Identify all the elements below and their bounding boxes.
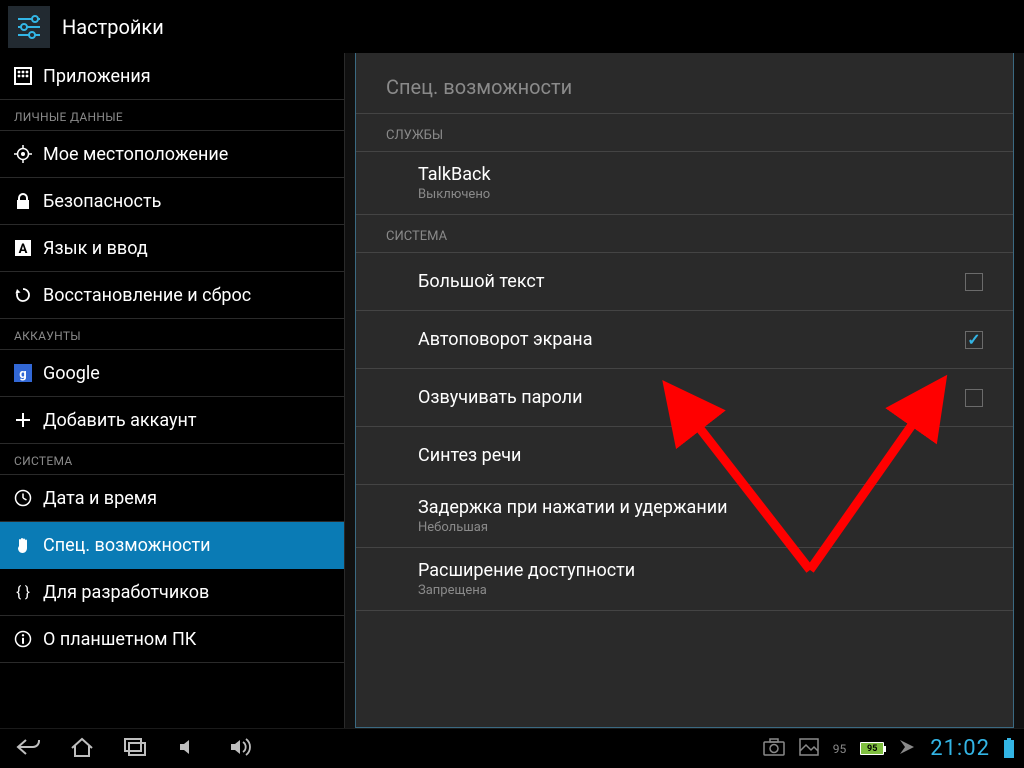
- content-title: Спец. возможности: [356, 53, 1013, 114]
- sidebar-item-datetime[interactable]: Дата и время: [0, 475, 344, 522]
- sidebar-item-developer[interactable]: { } Для разработчиков: [0, 569, 344, 616]
- sidebar-item-location[interactable]: Мое местоположение: [0, 131, 344, 178]
- clock[interactable]: 21:02: [930, 736, 990, 761]
- sidebar-category-personal: ЛИЧНЫЕ ДАННЫЕ: [0, 100, 344, 131]
- row-title: Автоповорот экрана: [418, 329, 965, 350]
- lock-icon: [14, 192, 32, 210]
- hand-icon: [14, 536, 32, 554]
- app-header: Настройки: [0, 0, 1024, 53]
- sidebar-item-google[interactable]: g Google: [0, 350, 344, 397]
- picture-icon[interactable]: [799, 738, 819, 760]
- sidebar-category-system: СИСТЕМА: [0, 444, 344, 475]
- checkbox-speak-passwords[interactable]: [965, 389, 983, 407]
- battery-icon: [1004, 740, 1014, 758]
- row-title: Синтез речи: [418, 445, 983, 466]
- sidebar-item-language[interactable]: A Язык и ввод: [0, 225, 344, 272]
- recents-button[interactable]: [121, 736, 149, 762]
- sidebar-item-label: Google: [43, 363, 100, 384]
- row-accessibility-ext[interactable]: Расширение доступности Запрещена: [356, 548, 1013, 611]
- page-title: Настройки: [62, 15, 164, 39]
- row-touch-hold-delay[interactable]: Задержка при нажатии и удержании Небольш…: [356, 485, 1013, 548]
- plus-icon: [14, 411, 32, 429]
- sidebar-item-label: Приложения: [43, 66, 151, 87]
- braces-icon: { }: [14, 583, 32, 601]
- svg-text:g: g: [19, 367, 26, 382]
- svg-text:A: A: [19, 242, 28, 257]
- google-icon: g: [14, 364, 32, 382]
- battery-label: 95: [833, 742, 847, 756]
- row-title: Большой текст: [418, 271, 965, 292]
- sidebar-item-label: Язык и ввод: [43, 238, 148, 259]
- row-subtitle: Запрещена: [418, 583, 983, 598]
- row-subtitle: Небольшая: [418, 520, 983, 535]
- row-title: Озвучивать пароли: [418, 387, 965, 408]
- sidebar-item-security[interactable]: Безопасность: [0, 178, 344, 225]
- row-large-text[interactable]: Большой текст: [356, 253, 1013, 311]
- checkbox-large-text[interactable]: [965, 273, 983, 291]
- row-title: Расширение доступности: [418, 560, 983, 581]
- language-icon: A: [14, 239, 32, 257]
- sidebar-item-label: Дата и время: [43, 488, 157, 509]
- sidebar-item-backup[interactable]: Восстановление и сброс: [0, 272, 344, 319]
- sidebar-category-accounts: АККАУНТЫ: [0, 319, 344, 350]
- row-speak-passwords[interactable]: Озвучивать пароли: [356, 369, 1013, 427]
- settings-sidebar: Приложения ЛИЧНЫЕ ДАННЫЕ Мое местоположе…: [0, 53, 345, 728]
- sidebar-item-about[interactable]: О планшетном ПК: [0, 616, 344, 663]
- sidebar-item-label: О планшетном ПК: [43, 629, 196, 650]
- location-icon: [14, 145, 32, 163]
- home-button[interactable]: [68, 736, 96, 762]
- system-navbar: 95 95 21:02: [0, 728, 1024, 768]
- content-pane: Спец. возможности СЛУЖБЫ TalkBack Выключ…: [345, 53, 1024, 728]
- battery-badge: 95: [860, 742, 884, 755]
- sidebar-item-label: Мое местоположение: [43, 144, 228, 165]
- restore-icon: [14, 286, 32, 304]
- clock-icon: [14, 489, 32, 507]
- row-title: TalkBack: [418, 164, 983, 185]
- sidebar-item-label: Восстановление и сброс: [43, 285, 251, 306]
- row-title: Задержка при нажатии и удержании: [418, 497, 983, 518]
- sidebar-item-label: Для разработчиков: [43, 582, 209, 603]
- section-system: СИСТЕМА: [356, 215, 1013, 253]
- sidebar-item-add-account[interactable]: Добавить аккаунт: [0, 397, 344, 444]
- section-services: СЛУЖБЫ: [356, 114, 1013, 152]
- checkbox-auto-rotate[interactable]: [965, 331, 983, 349]
- camera-icon[interactable]: [763, 738, 785, 760]
- row-talkback[interactable]: TalkBack Выключено: [356, 152, 1013, 215]
- back-button[interactable]: [15, 736, 43, 762]
- volume-down-button[interactable]: [174, 736, 202, 762]
- sidebar-item-accessibility[interactable]: Спец. возможности: [0, 522, 344, 569]
- row-subtitle: Выключено: [418, 187, 983, 202]
- settings-icon: [8, 6, 50, 48]
- volume-up-button[interactable]: [227, 736, 255, 762]
- sidebar-item-label: Добавить аккаунт: [43, 410, 197, 431]
- info-icon: [14, 630, 32, 648]
- row-tts[interactable]: Синтез речи: [356, 427, 1013, 485]
- sidebar-item-apps[interactable]: Приложения: [0, 53, 344, 100]
- sidebar-item-label: Безопасность: [43, 191, 161, 212]
- sidebar-item-label: Спец. возможности: [43, 535, 211, 556]
- row-auto-rotate[interactable]: Автоповорот экрана: [356, 311, 1013, 369]
- notification-icon[interactable]: [898, 738, 916, 760]
- apps-icon: [14, 67, 32, 85]
